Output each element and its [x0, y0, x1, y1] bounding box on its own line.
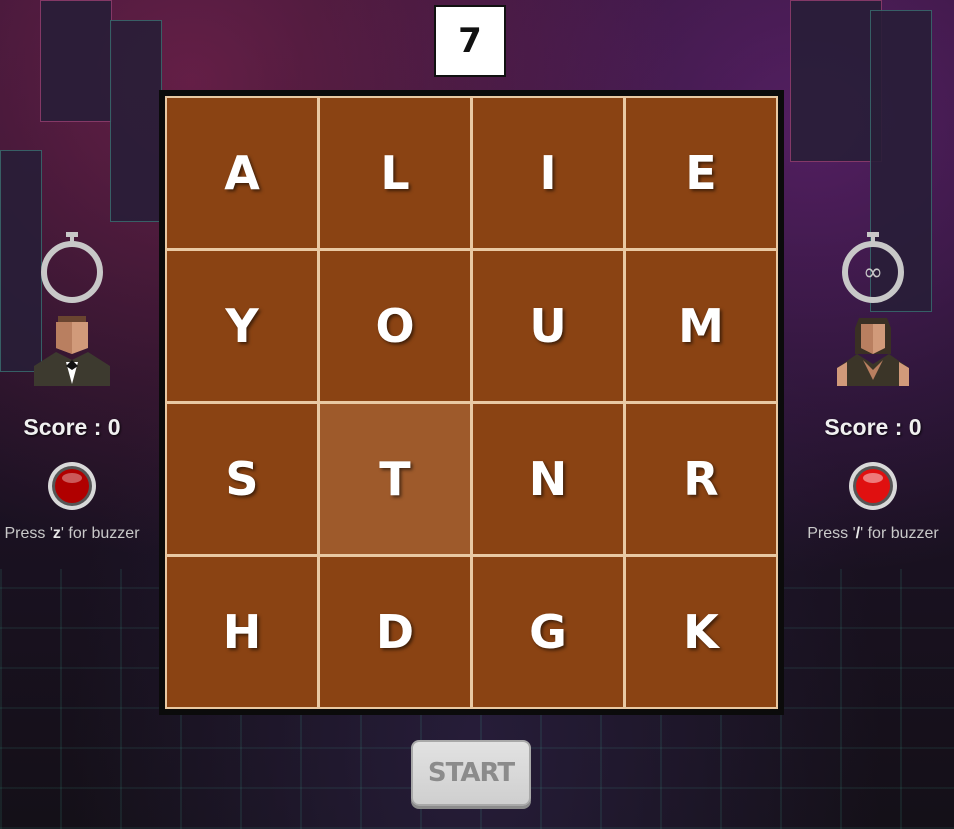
- letter-tile[interactable]: L: [320, 98, 470, 248]
- letter-tile[interactable]: I: [473, 98, 623, 248]
- player1-buzzer-button[interactable]: [47, 461, 97, 511]
- woman-avatar-icon: [833, 314, 913, 386]
- letter-grid: ALIE YOUM STNR HDGK: [165, 96, 778, 709]
- letter-tile[interactable]: O: [320, 251, 470, 401]
- player2-panel: ∞ Score : 0 Press '/' for buzzer: [793, 230, 953, 543]
- letter-tile[interactable]: D: [320, 557, 470, 707]
- letter-tile[interactable]: Y: [167, 251, 317, 401]
- player2-buzzer-hint: Press '/' for buzzer: [793, 525, 953, 543]
- start-button[interactable]: START: [411, 740, 531, 806]
- player2-buzzer-button[interactable]: [848, 461, 898, 511]
- hint-prefix: Press ': [4, 525, 53, 542]
- letter-tile[interactable]: T: [320, 404, 470, 554]
- player1-buzzer-hint: Press 'z' for buzzer: [0, 525, 152, 543]
- letter-tile[interactable]: E: [626, 98, 776, 248]
- letter-tile[interactable]: H: [167, 557, 317, 707]
- man-avatar-icon: [32, 314, 112, 386]
- hint-key: z: [52, 525, 61, 542]
- letter-tile[interactable]: A: [167, 98, 317, 248]
- letter-tile[interactable]: R: [626, 404, 776, 554]
- player1-panel: Score : 0 Press 'z' for buzzer: [0, 230, 152, 543]
- letter-tile[interactable]: U: [473, 251, 623, 401]
- letter-tile[interactable]: K: [626, 557, 776, 707]
- round-timer: 7: [434, 5, 506, 77]
- hint-suffix: ' for buzzer: [860, 525, 939, 542]
- player2-score: Score : 0: [824, 414, 922, 440]
- letter-tile[interactable]: N: [473, 404, 623, 554]
- player1-score: Score : 0: [23, 414, 121, 440]
- hint-prefix: Press ': [807, 525, 856, 542]
- letter-tile[interactable]: M: [626, 251, 776, 401]
- letter-tile[interactable]: G: [473, 557, 623, 707]
- letter-board: ALIE YOUM STNR HDGK: [159, 90, 784, 715]
- hint-suffix: ' for buzzer: [60, 525, 140, 542]
- letter-tile[interactable]: S: [167, 404, 317, 554]
- stopwatch-icon: ∞: [838, 230, 908, 306]
- stopwatch-icon: [37, 230, 107, 306]
- infinity-symbol: ∞: [863, 258, 883, 286]
